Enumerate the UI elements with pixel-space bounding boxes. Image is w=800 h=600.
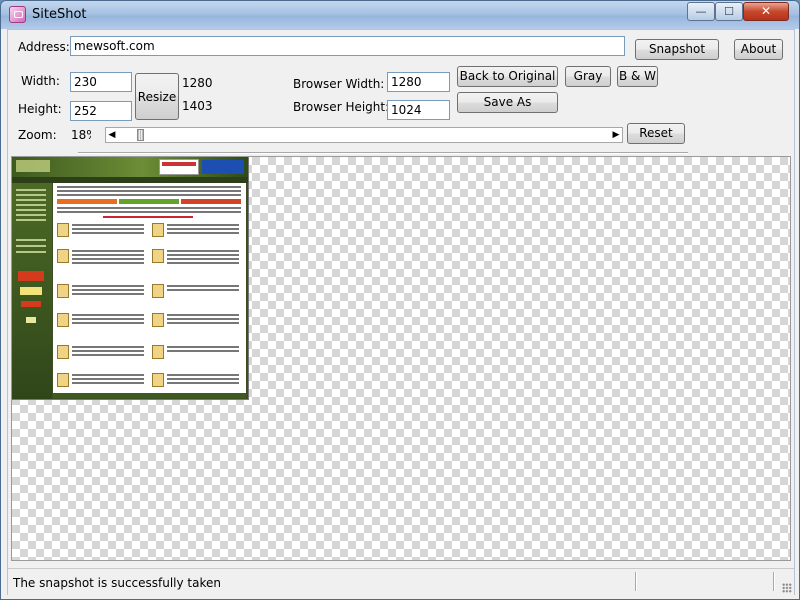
reset-button[interactable]: Reset	[627, 123, 685, 144]
title-bar[interactable]: SiteShot — ☐ ✕	[1, 1, 799, 29]
snapshot-button[interactable]: Snapshot	[635, 39, 719, 60]
maximize-button[interactable]: ☐	[715, 2, 743, 21]
preview-canvas[interactable]	[11, 156, 791, 561]
original-height-value: 1403	[182, 99, 213, 113]
original-width-value: 1280	[182, 76, 213, 90]
zoom-value: 18%	[71, 128, 91, 142]
status-separator	[635, 572, 637, 591]
slider-right-arrow-icon[interactable]: ▶	[612, 130, 620, 140]
browser-height-label: Browser Height:	[293, 100, 390, 114]
status-message: The snapshot is successfully taken	[13, 576, 222, 590]
main-panel: Address: mewsoft.com Snapshot About Widt…	[7, 29, 795, 595]
browser-height-input[interactable]: 1024	[387, 100, 450, 120]
zoom-slider[interactable]: ◀ ▶	[105, 127, 623, 143]
height-input[interactable]: 252	[70, 101, 132, 121]
about-button[interactable]: About	[734, 39, 783, 60]
bw-button[interactable]: B & W	[617, 66, 658, 87]
snapshot-preview-image	[12, 157, 249, 400]
status-bar: The snapshot is successfully taken	[8, 568, 794, 595]
back-to-original-button[interactable]: Back to Original	[457, 66, 558, 87]
minimize-button[interactable]: —	[687, 2, 715, 21]
window-title: SiteShot	[32, 7, 87, 22]
zoom-slider-thumb[interactable]	[137, 129, 144, 141]
status-separator	[773, 572, 775, 591]
slider-left-arrow-icon[interactable]: ◀	[108, 130, 116, 140]
save-as-button[interactable]: Save As	[457, 92, 558, 113]
browser-width-input[interactable]: 1280	[387, 72, 450, 92]
height-label: Height:	[18, 102, 62, 116]
address-label: Address:	[18, 40, 70, 54]
browser-width-label: Browser Width:	[293, 77, 385, 91]
zoom-label: Zoom:	[18, 128, 57, 142]
resize-grip-icon[interactable]	[782, 583, 792, 593]
address-input[interactable]: mewsoft.com	[70, 36, 625, 56]
toolbar-divider	[78, 152, 688, 154]
siteshot-window: SiteShot — ☐ ✕ Address: mewsoft.com Snap…	[0, 0, 800, 600]
width-label: Width:	[21, 74, 60, 88]
gray-button[interactable]: Gray	[565, 66, 611, 87]
app-icon	[9, 6, 26, 23]
close-button[interactable]: ✕	[743, 2, 789, 21]
resize-button[interactable]: Resize	[135, 73, 179, 120]
width-input[interactable]: 230	[70, 72, 132, 92]
